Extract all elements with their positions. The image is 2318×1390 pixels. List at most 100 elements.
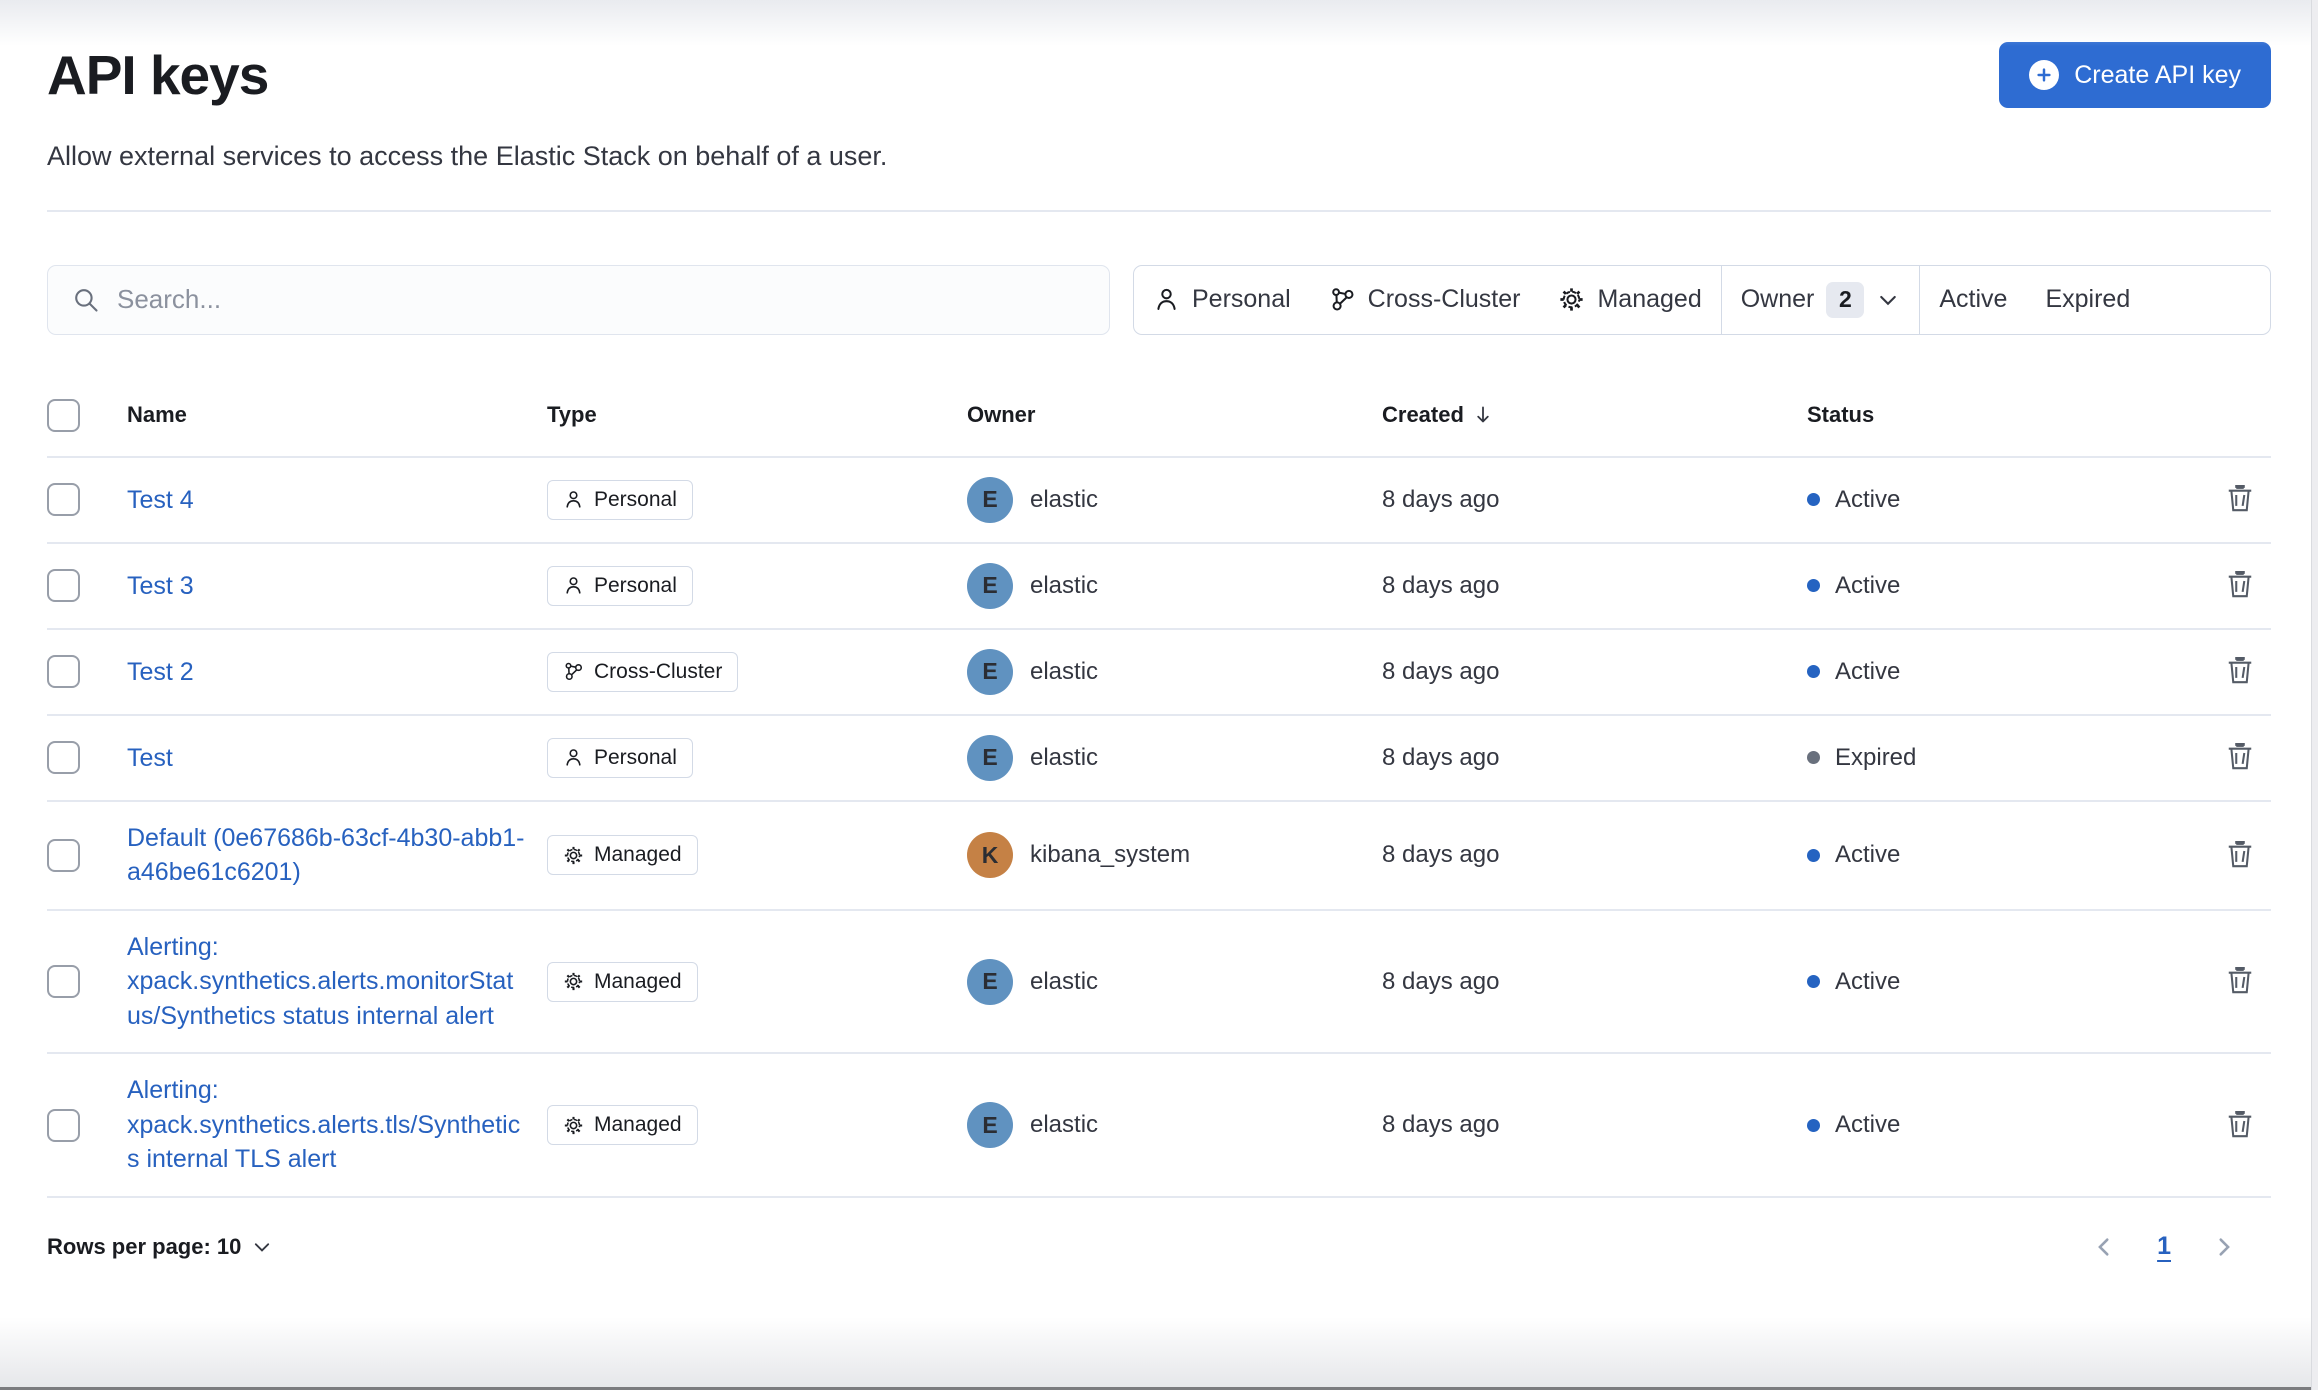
api-key-name-link[interactable]: Alerting: xpack.synthetics.alerts.monito… [127,930,527,1034]
delete-key-button[interactable] [2221,1105,2259,1146]
avatar: E [967,958,1013,1005]
table-row: Test 2 Cross-Cluster E elastic 8 days ag… [47,628,2271,716]
next-page-button[interactable] [2207,1230,2241,1264]
rows-per-page-button[interactable]: Rows per page: 10 [47,1234,273,1260]
chevron-down-icon [1876,288,1900,312]
sort-desc-icon [1477,406,1489,423]
owner-name: elastic [1030,657,1099,685]
owner-cell: E elastic [967,1102,1362,1149]
status-label: Active [1835,967,1901,995]
trash-icon [2225,483,2255,513]
status-label: Active [1835,571,1901,599]
status-dot-icon [1807,975,1820,989]
trash-icon [2225,655,2255,685]
row-checkbox[interactable] [47,569,80,603]
delete-key-button[interactable] [2221,835,2259,876]
type-badge-icon [563,489,584,510]
owner-count-badge: 2 [1826,281,1865,318]
row-checkbox[interactable] [47,483,80,517]
table-controls: Personal Cross-Cluster Managed Owner 2 [47,264,2271,335]
api-key-name-link[interactable]: Test 2 [127,655,194,690]
column-header-status: Status [1807,392,2157,458]
row-checkbox[interactable] [47,965,80,999]
owner-name: elastic [1030,1111,1099,1139]
filter-active[interactable]: Active [1920,266,2026,334]
chevron-right-icon [2219,1238,2230,1256]
column-header-name: Name [127,392,547,458]
scrollbar[interactable] [2311,0,2318,1390]
row-checkbox[interactable] [47,838,80,872]
search-icon [75,288,98,312]
avatar: E [967,476,1013,523]
filter-personal[interactable]: Personal [1134,266,1310,334]
avatar: E [967,562,1013,609]
create-api-key-button[interactable]: Create API key [1999,42,2271,108]
row-checkbox[interactable] [47,1108,80,1142]
table-row: Alerting: xpack.synthetics.alerts.monito… [47,909,2271,1055]
created-cell: 8 days ago [1382,628,1807,716]
filter-expired[interactable]: Expired [2026,266,2149,334]
api-key-name-link[interactable]: Alerting: xpack.synthetics.alerts.tls/Sy… [127,1073,527,1177]
delete-key-button[interactable] [2221,651,2259,692]
trash-icon [2225,839,2255,869]
table-row: Test Personal E elastic 8 days ago Expir… [47,714,2271,802]
column-header-actions [2157,392,2271,458]
api-keys-page: API keys Create API key Allow external s… [0,0,2318,1390]
column-header-created[interactable]: Created [1382,392,1807,458]
status-badge: Expired [1807,744,2137,772]
column-header-type: Type [547,392,967,458]
table-footer: Rows per page: 10 1 [47,1230,2271,1274]
previous-page-button[interactable] [2087,1230,2121,1264]
api-key-name-link[interactable]: Test 3 [127,569,194,604]
delete-key-button[interactable] [2221,479,2259,520]
owner-cell: E elastic [967,562,1362,609]
api-key-name-link[interactable]: Test [127,741,173,776]
delete-key-button[interactable] [2221,565,2259,606]
select-all-checkbox[interactable] [47,398,80,432]
type-badge: Managed [547,961,698,1002]
filter-managed[interactable]: Managed [1539,266,1720,334]
delete-key-button[interactable] [2221,737,2259,778]
created-cell: 8 days ago [1382,714,1807,802]
status-label: Expired [1835,743,1917,771]
status-dot-icon [1807,493,1820,507]
row-checkbox[interactable] [47,741,80,775]
type-badge-icon [563,1115,584,1136]
search-box [47,264,1110,335]
table-row: Test 4 Personal E elastic 8 days ago Act… [47,456,2271,544]
type-badge: Managed [547,1105,698,1146]
user-icon [1153,286,1180,313]
status-badge: Active [1807,658,2137,686]
search-input[interactable] [117,284,1085,316]
filter-cross-cluster[interactable]: Cross-Cluster [1310,266,1540,334]
api-key-name-link[interactable]: Test 4 [127,483,194,518]
filter-owner-dropdown[interactable]: Owner 2 [1722,266,1920,334]
avatar: K [967,832,1013,879]
page-header: API keys Create API key [47,0,2271,108]
row-checkbox[interactable] [47,655,80,689]
create-api-key-label: Create API key [2074,60,2241,89]
type-badge: Personal [547,479,693,520]
trash-icon [2225,1109,2255,1139]
chevron-down-icon [251,1236,273,1258]
owner-cell: E elastic [967,648,1362,695]
owner-name: kibana_system [1030,841,1191,869]
api-key-name-link[interactable]: Default (0e67686b-63cf-4b30-abb1-a46be61… [127,821,527,890]
status-dot-icon [1807,665,1820,679]
header-divider [47,209,2271,212]
page-number-1[interactable]: 1 [2151,1232,2177,1261]
owner-cell: E elastic [967,476,1362,523]
type-badge: Personal [547,737,693,778]
cluster-icon [1329,286,1356,313]
delete-key-button[interactable] [2221,961,2259,1002]
pagination: 1 [2087,1230,2241,1264]
type-badge-icon [563,971,584,992]
bottom-shadow [0,1317,2318,1387]
status-dot-icon [1807,579,1820,593]
owner-name: elastic [1030,967,1099,995]
created-cell: 8 days ago [1382,456,1807,544]
avatar: E [967,648,1013,695]
created-cell: 8 days ago [1382,800,1807,911]
status-badge: Active [1807,841,2137,869]
plus-in-circle-icon [2029,60,2060,90]
